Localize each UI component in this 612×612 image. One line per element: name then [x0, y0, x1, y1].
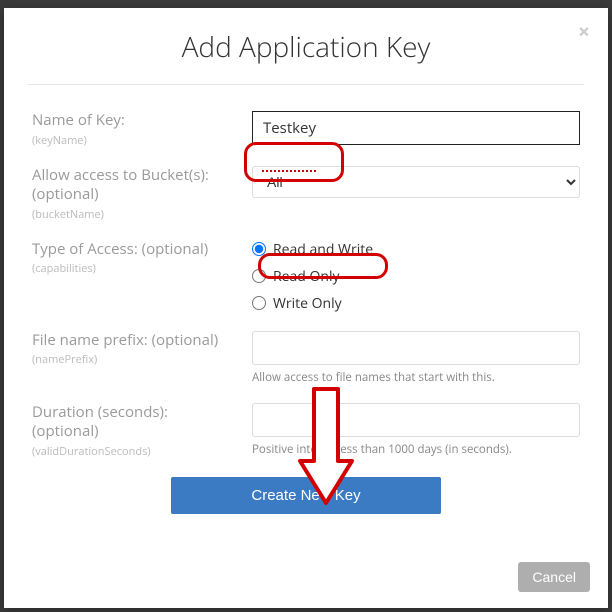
bucket-select[interactable]: All [252, 166, 580, 198]
hint-duration: Positive integer less than 1000 days (in… [252, 442, 580, 457]
sublabel-duration: (validDurationSeconds) [32, 444, 238, 459]
label-col: Duration (seconds): (optional) (validDur… [32, 403, 252, 459]
field-col: Positive integer less than 1000 days (in… [252, 403, 580, 457]
radio-label-rw: Read and Write [273, 240, 373, 259]
sublabel-key-name: (keyName) [32, 133, 238, 148]
label-col: Type of Access: (optional) (capabilities… [32, 240, 252, 277]
row-duration: Duration (seconds): (optional) (validDur… [32, 403, 580, 459]
row-access: Type of Access: (optional) (capabilities… [32, 240, 580, 313]
modal-body: Name of Key: (keyName) Allow access to B… [4, 85, 608, 550]
label-duration: Duration (seconds): (optional) [32, 403, 238, 442]
radio-label-wo: Write Only [273, 294, 342, 313]
row-prefix: File name prefix: (optional) (namePrefix… [32, 331, 580, 385]
radio-write-only[interactable]: Write Only [252, 294, 580, 313]
radio-input-ro[interactable] [252, 269, 266, 283]
close-icon[interactable]: × [578, 22, 590, 43]
modal-title: Add Application Key [48, 28, 564, 66]
field-col [252, 111, 580, 145]
access-radio-group: Read and Write Read Only Write Only [252, 240, 580, 313]
label-col: Name of Key: (keyName) [32, 111, 252, 148]
label-bucket: Allow access to Bucket(s): (optional) [32, 166, 238, 205]
key-name-input[interactable] [252, 111, 580, 145]
radio-input-wo[interactable] [252, 296, 266, 310]
radio-read-write[interactable]: Read and Write [252, 240, 580, 259]
modal-header: × Add Application Key [28, 8, 584, 85]
label-prefix: File name prefix: (optional) [32, 331, 238, 351]
field-col: Read and Write Read Only Write Only [252, 240, 580, 313]
radio-input-rw[interactable] [252, 242, 266, 256]
sublabel-prefix: (namePrefix) [32, 352, 238, 367]
cancel-button[interactable]: Cancel [518, 562, 590, 592]
prefix-input[interactable] [252, 331, 580, 365]
hint-prefix: Allow access to file names that start wi… [252, 370, 580, 385]
add-application-key-modal: × Add Application Key Name of Key: (keyN… [4, 8, 608, 608]
sublabel-access: (capabilities) [32, 261, 238, 276]
row-key-name: Name of Key: (keyName) [32, 111, 580, 148]
label-col: Allow access to Bucket(s): (optional) (b… [32, 166, 252, 222]
field-col: All [252, 166, 580, 198]
duration-input[interactable] [252, 403, 580, 437]
label-access: Type of Access: (optional) [32, 240, 238, 260]
sublabel-bucket: (bucketName) [32, 207, 238, 222]
row-bucket: Allow access to Bucket(s): (optional) (b… [32, 166, 580, 222]
radio-read-only[interactable]: Read Only [252, 267, 580, 286]
radio-label-ro: Read Only [273, 267, 340, 286]
label-col: File name prefix: (optional) (namePrefix… [32, 331, 252, 368]
label-key-name: Name of Key: [32, 111, 238, 131]
modal-footer: Cancel [4, 550, 608, 608]
create-new-key-button[interactable]: Create New Key [171, 477, 441, 514]
field-col: Allow access to file names that start wi… [252, 331, 580, 385]
